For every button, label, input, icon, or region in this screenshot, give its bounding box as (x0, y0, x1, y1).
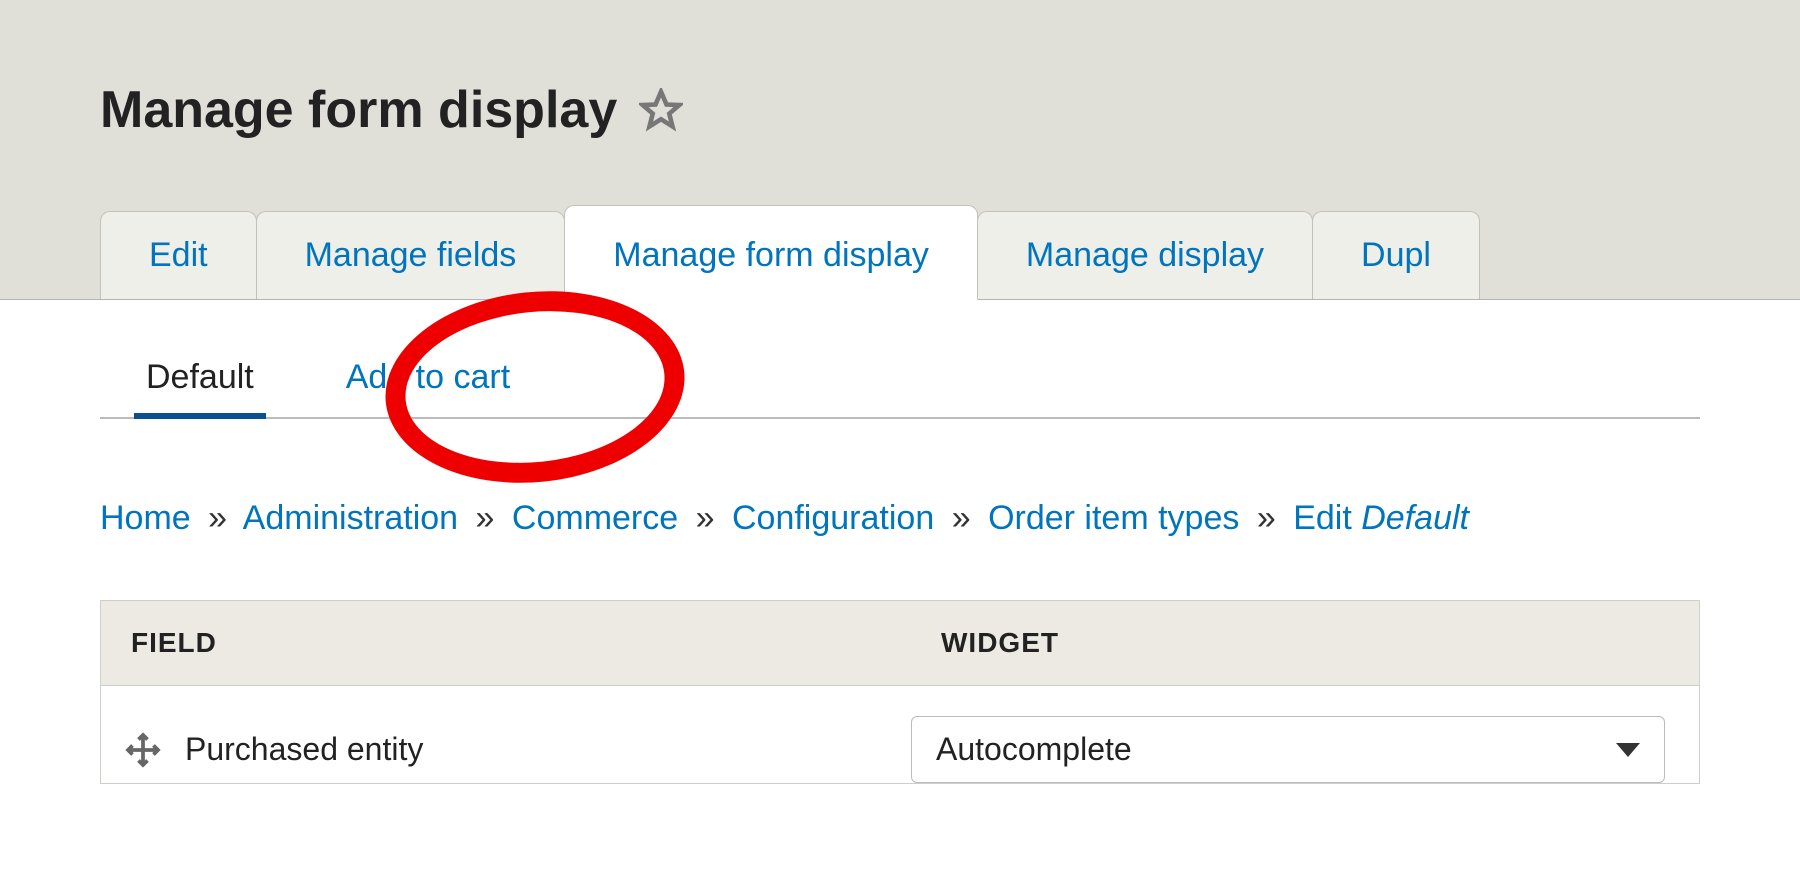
field-label: Purchased entity (185, 731, 911, 768)
table-row: Purchased entity Autocomplete (101, 686, 1699, 783)
widget-select[interactable]: Autocomplete (911, 716, 1665, 783)
widget-select-value: Autocomplete (936, 731, 1132, 768)
tab-edit[interactable]: Edit (100, 211, 257, 299)
field-table: FIELD WIDGET Purchased entity Autocomple… (100, 600, 1700, 784)
th-field: FIELD (101, 601, 911, 685)
breadcrumb-sep: » (468, 499, 503, 537)
page-title: Manage form display (100, 80, 617, 140)
tab-duplicate[interactable]: Dupl (1312, 211, 1480, 299)
drag-handle-icon[interactable] (125, 732, 161, 768)
breadcrumb-configuration[interactable]: Configuration (732, 499, 934, 537)
th-widget: WIDGET (911, 601, 1699, 685)
subtab-default[interactable]: Default (100, 344, 300, 417)
subtab-add-to-cart[interactable]: Add to cart (300, 344, 556, 417)
breadcrumb-commerce[interactable]: Commerce (512, 499, 678, 537)
content-region: Default Add to cart Home » Administratio… (0, 300, 1800, 784)
tab-manage-form-display[interactable]: Manage form display (564, 205, 978, 300)
breadcrumb-administration[interactable]: Administration (243, 499, 458, 537)
secondary-tabs: Default Add to cart (100, 344, 1700, 419)
breadcrumb-sep: » (1249, 499, 1284, 537)
breadcrumb-sep: » (944, 499, 979, 537)
tab-manage-display[interactable]: Manage display (977, 211, 1313, 299)
breadcrumb-order-item-types[interactable]: Order item types (988, 499, 1239, 537)
tab-manage-fields[interactable]: Manage fields (256, 211, 566, 299)
breadcrumb-sep: » (200, 499, 235, 537)
table-header-row: FIELD WIDGET (101, 601, 1699, 686)
chevron-down-icon (1616, 743, 1640, 757)
primary-tabs: Edit Manage fields Manage form display M… (100, 205, 1479, 299)
breadcrumb-sep: » (688, 499, 723, 537)
breadcrumb-home[interactable]: Home (100, 499, 191, 537)
page-title-wrap: Manage form display (100, 80, 1800, 140)
breadcrumb: Home » Administration » Commerce » Confi… (100, 499, 1700, 538)
header-region: Manage form display Edit Manage fields M… (0, 0, 1800, 300)
favorite-star-icon[interactable] (639, 88, 683, 132)
breadcrumb-edit-default[interactable]: Edit Default (1293, 499, 1469, 537)
